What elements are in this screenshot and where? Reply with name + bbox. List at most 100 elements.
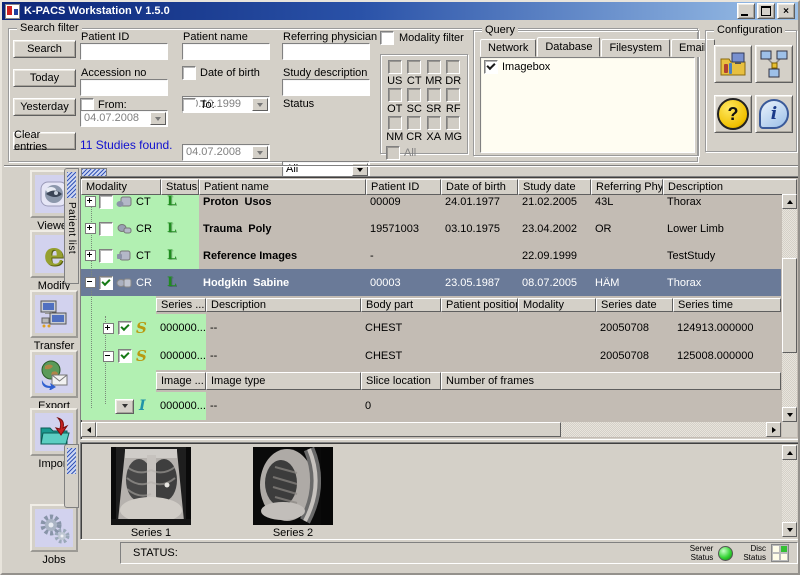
modality-checkbox-mr[interactable] bbox=[427, 60, 441, 74]
modality-checkbox-xa[interactable] bbox=[427, 116, 441, 130]
to-date-combo[interactable]: 04.07.2008 bbox=[182, 144, 270, 161]
title-bar[interactable]: K-PACS Workstation V 1.5.0 × bbox=[2, 2, 798, 20]
minimize-icon[interactable] bbox=[737, 3, 755, 19]
study-checkbox[interactable] bbox=[99, 195, 113, 209]
modality-checkbox-ct[interactable] bbox=[407, 60, 421, 74]
table-horizontal-scrollbar[interactable] bbox=[81, 422, 781, 437]
col-date-of-birth[interactable]: Date of birth bbox=[441, 179, 518, 195]
scrollbar-thumb[interactable] bbox=[782, 258, 797, 353]
modality-all-checkbox[interactable]: All bbox=[386, 146, 467, 160]
col-patient-id[interactable]: Patient ID bbox=[366, 179, 441, 195]
dob-checkbox-box[interactable] bbox=[182, 66, 196, 80]
col-image-type[interactable]: Image type bbox=[206, 372, 361, 390]
patient-id-input[interactable] bbox=[80, 43, 168, 60]
study-description-input[interactable] bbox=[282, 79, 370, 96]
series-2-thumbnail[interactable] bbox=[253, 447, 333, 525]
scroll-up-icon[interactable] bbox=[782, 194, 797, 209]
tree-expander-icon[interactable] bbox=[85, 223, 96, 234]
col-patient-position[interactable]: Patient position bbox=[441, 298, 518, 312]
to-checkbox-box[interactable] bbox=[182, 98, 196, 112]
study-checkbox[interactable] bbox=[99, 276, 113, 290]
image-row[interactable]: I 000000... -- 0 bbox=[81, 392, 781, 420]
scroll-right-icon[interactable] bbox=[766, 422, 781, 437]
clear-entries-button[interactable]: Clear entries bbox=[13, 132, 76, 150]
thumbnail-scrollbar[interactable] bbox=[782, 445, 797, 537]
series-row[interactable]: S 000000... -- CHEST 20050708 125008.000… bbox=[81, 342, 781, 370]
modality-checkbox-cr[interactable] bbox=[407, 116, 421, 130]
col-study-date[interactable]: Study date bbox=[518, 179, 591, 195]
modality-checkbox-mg[interactable] bbox=[446, 116, 460, 130]
col-series-description[interactable]: Description bbox=[206, 298, 361, 312]
series-checkbox[interactable] bbox=[118, 321, 132, 335]
thumbnail-panel-tab[interactable] bbox=[64, 444, 79, 508]
col-image[interactable]: Image ... bbox=[156, 372, 206, 390]
study-row-selected[interactable]: CR L Hodgkin Sabine 00003 23.05.1987 08.… bbox=[81, 269, 781, 296]
series-1-thumbnail[interactable] bbox=[111, 447, 191, 525]
tab-filesystem[interactable]: Filesystem bbox=[601, 39, 670, 57]
patient-name-input[interactable] bbox=[182, 43, 270, 60]
accession-no-input[interactable] bbox=[80, 79, 168, 96]
modality-checkbox-us[interactable] bbox=[388, 60, 402, 74]
tree-expander-icon[interactable] bbox=[85, 277, 96, 288]
col-series-modality[interactable]: Modality bbox=[518, 298, 596, 312]
maximize-icon[interactable] bbox=[757, 3, 775, 19]
study-checkbox[interactable] bbox=[99, 249, 113, 263]
col-patient-name[interactable]: Patient name bbox=[199, 179, 366, 195]
jobs-button[interactable] bbox=[30, 504, 78, 552]
scroll-left-icon[interactable] bbox=[81, 422, 96, 437]
modality-filter-checkbox[interactable]: Modality filter bbox=[380, 31, 464, 45]
today-button[interactable]: Today bbox=[13, 69, 76, 87]
close-icon[interactable]: × bbox=[777, 3, 795, 19]
col-body-part[interactable]: Body part bbox=[361, 298, 441, 312]
study-row[interactable]: CT L Proton Usos 00009 24.01.1977 21.02.… bbox=[81, 195, 781, 215]
modality-checkbox-rf[interactable] bbox=[446, 88, 460, 102]
col-series-time[interactable]: Series time bbox=[673, 298, 781, 312]
tree-expander-icon[interactable] bbox=[103, 323, 114, 334]
col-referring-phys[interactable]: Referring Phys. bbox=[591, 179, 663, 195]
series-checkbox[interactable] bbox=[118, 349, 132, 363]
series-row[interactable]: S 000000... -- CHEST 20050708 124913.000… bbox=[81, 314, 781, 342]
study-checkbox[interactable] bbox=[99, 222, 113, 236]
scroll-down-icon[interactable] bbox=[782, 407, 797, 422]
query-source-list[interactable]: Imagebox bbox=[480, 57, 695, 153]
modality-checkbox-sr[interactable] bbox=[427, 88, 441, 102]
imagebox-checkbox[interactable] bbox=[484, 60, 498, 74]
scroll-down-icon[interactable] bbox=[782, 522, 797, 537]
dob-checkbox[interactable]: Date of birth bbox=[182, 66, 260, 80]
modality-filter-checkbox-box[interactable] bbox=[380, 31, 394, 45]
thumbnail-panel-grip[interactable] bbox=[67, 448, 76, 474]
study-row[interactable]: CR L Trauma Poly 19571003 03.10.1975 23.… bbox=[81, 215, 781, 242]
modality-checkbox-ot[interactable] bbox=[388, 88, 402, 102]
from-date-combo[interactable]: 04.07.2008 bbox=[80, 110, 168, 127]
image-dropdown-button[interactable] bbox=[115, 399, 134, 414]
network-settings-button[interactable] bbox=[755, 45, 793, 83]
scroll-up-icon[interactable] bbox=[782, 445, 797, 460]
tab-database[interactable]: Database bbox=[537, 37, 600, 57]
tree-expander-icon[interactable] bbox=[103, 351, 114, 362]
col-series[interactable]: Series ... bbox=[156, 298, 206, 312]
search-button[interactable]: Search bbox=[13, 40, 76, 58]
patient-list-tab[interactable]: Patient list bbox=[64, 168, 79, 284]
study-row[interactable]: CT L Reference Images - 22.09.1999 TestS… bbox=[81, 242, 781, 269]
tab-network[interactable]: Network bbox=[480, 39, 536, 57]
tree-expander-icon[interactable] bbox=[85, 250, 96, 261]
col-slice-location[interactable]: Slice location bbox=[361, 372, 441, 390]
patient-list-grip[interactable] bbox=[67, 172, 76, 198]
table-vertical-scrollbar[interactable] bbox=[782, 194, 797, 422]
modality-checkbox-dr[interactable] bbox=[446, 60, 460, 74]
query-item-imagebox[interactable]: Imagebox bbox=[481, 58, 694, 74]
col-status[interactable]: Status bbox=[161, 179, 199, 195]
yesterday-button[interactable]: Yesterday bbox=[13, 98, 76, 116]
info-button[interactable]: i bbox=[755, 95, 793, 133]
tree-expander-icon[interactable] bbox=[85, 196, 96, 207]
to-checkbox[interactable]: To: bbox=[182, 98, 215, 112]
col-modality[interactable]: Modality bbox=[81, 179, 161, 195]
transfer-button[interactable] bbox=[30, 290, 78, 338]
settings-button[interactable] bbox=[714, 45, 752, 83]
modality-checkbox-nm[interactable] bbox=[388, 116, 402, 130]
patient-list-tab-top[interactable] bbox=[81, 168, 107, 176]
col-number-of-frames[interactable]: Number of frames bbox=[441, 372, 781, 390]
modality-checkbox-sc[interactable] bbox=[407, 88, 421, 102]
scrollbar-thumb[interactable] bbox=[96, 422, 561, 437]
col-series-date[interactable]: Series date bbox=[596, 298, 673, 312]
